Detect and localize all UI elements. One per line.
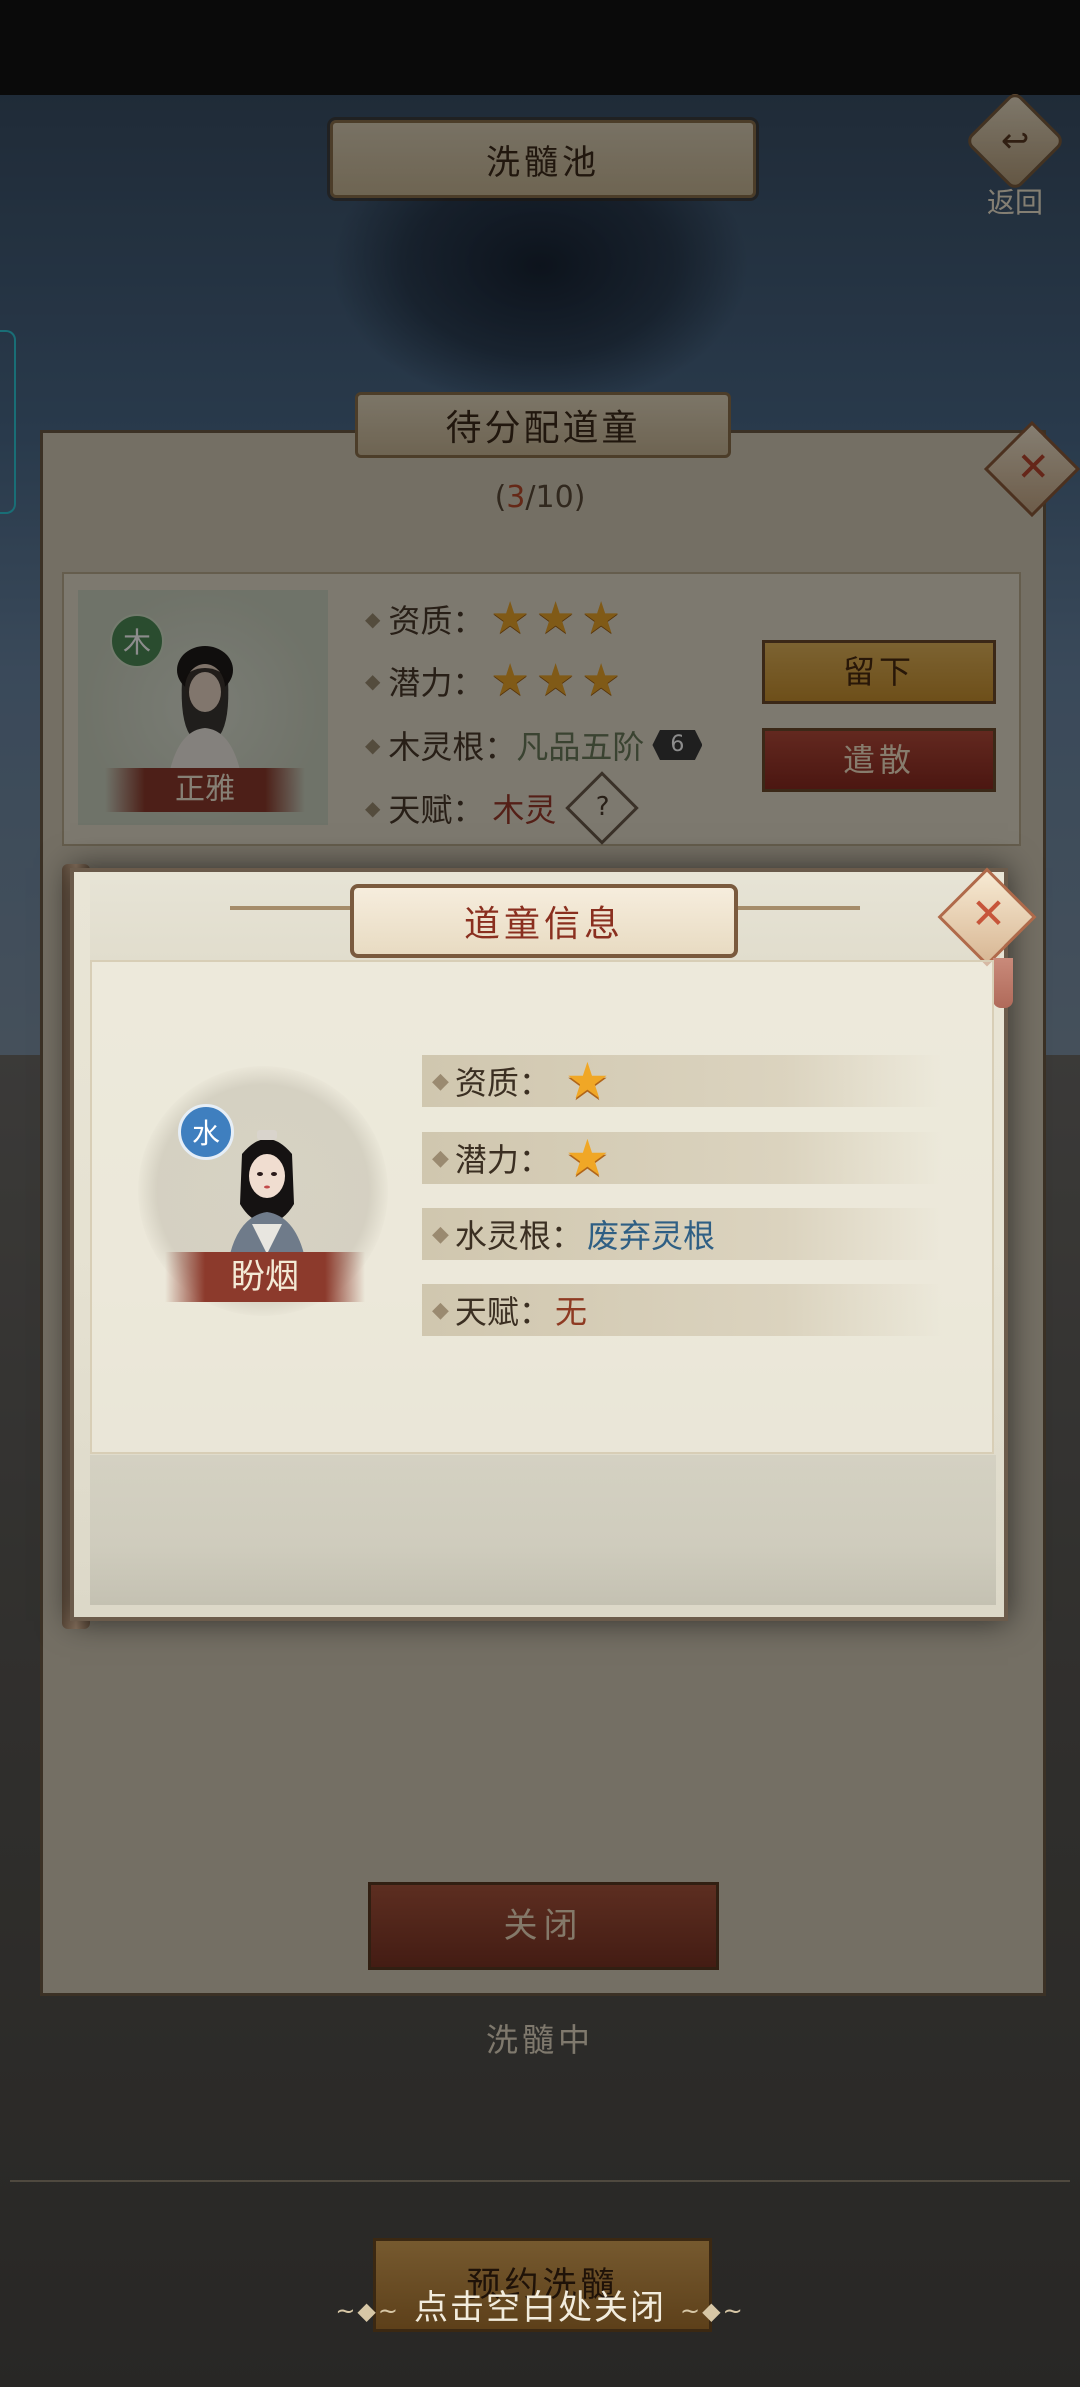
modal-talent-label: 天赋： [454, 1293, 551, 1331]
modal-root-row: ◆ 水灵根： 废弃灵根 [422, 1208, 942, 1260]
disciple-name-large: 盼烟 [165, 1252, 365, 1302]
tap-to-close-hint: ~◆~ 点击空白处关闭 ~◆~ [0, 2280, 1080, 2329]
modal-root-value: 废弃灵根 [586, 1217, 715, 1255]
modal-tassel [993, 958, 1013, 1008]
modal-title: 道童信息 [463, 904, 624, 945]
modal-root-label: 水灵根： [454, 1217, 583, 1255]
modal-aptitude-label: 资质： [454, 1064, 551, 1102]
hint-text: 点击空白处关闭 [414, 2288, 666, 2328]
modal-talent-value: 无 [554, 1293, 587, 1331]
star-icon: ★ [564, 1052, 610, 1110]
modal-potential-label: 潜力： [454, 1141, 551, 1179]
modal-talent-row: ◆ 天赋： 无 [422, 1284, 942, 1336]
star-icon: ★ [564, 1129, 610, 1187]
modal-aptitude-stars: ★ [557, 1056, 610, 1106]
modal-potential-row: ◆ 潜力： ★ [422, 1132, 942, 1184]
modal-title-plaque: 道童信息 [350, 884, 738, 958]
modal-aptitude-row: ◆ 资质： ★ [422, 1055, 942, 1107]
disciple-portrait-large [230, 1130, 304, 1254]
hint-left-ornament: ~◆~ [335, 2297, 400, 2325]
modal-footer [90, 1455, 996, 1605]
modal-potential-stars: ★ [557, 1133, 610, 1183]
close-icon: ✕ [970, 889, 1007, 939]
hint-right-ornament: ~◆~ [680, 2297, 745, 2325]
